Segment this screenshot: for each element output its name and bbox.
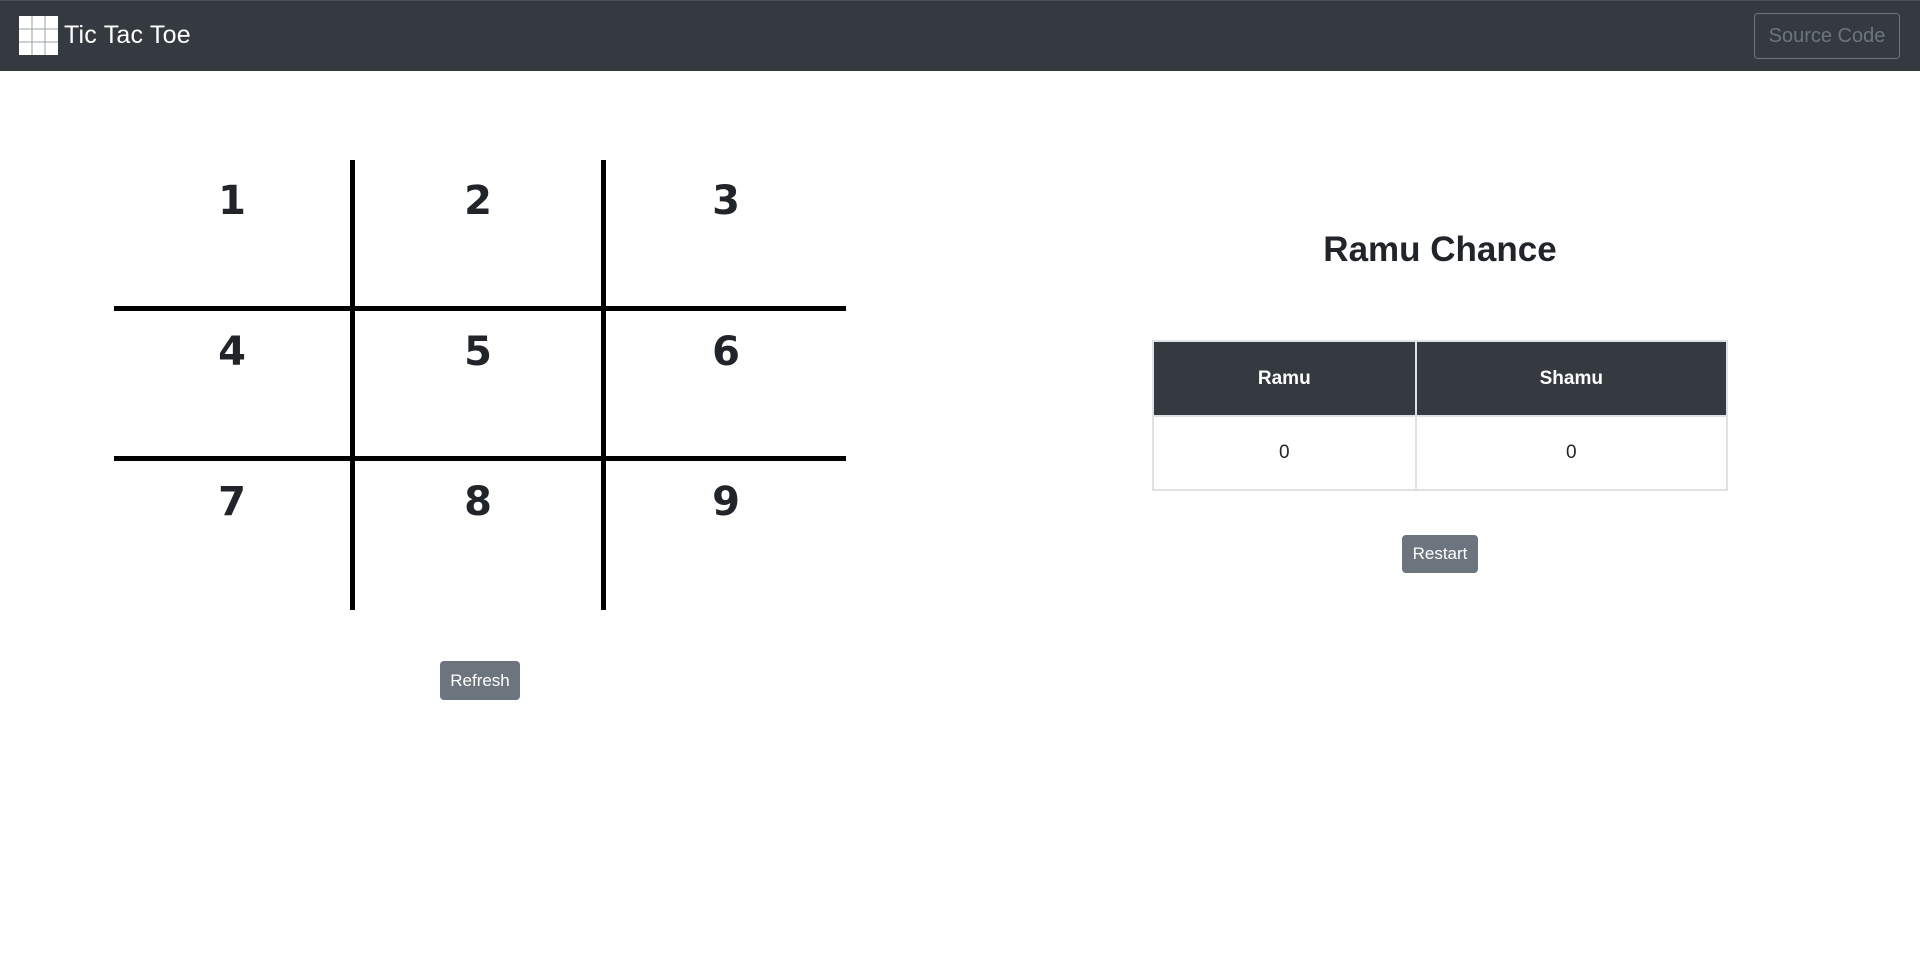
- brand-title: Tic Tac Toe: [64, 21, 191, 49]
- board-cell-8[interactable]: 8: [355, 461, 606, 610]
- board-cell-4[interactable]: 4: [114, 311, 355, 461]
- game-board: 1 2 3 4 5 6 7 8 9: [114, 160, 846, 610]
- cell-label: 1: [218, 178, 246, 224]
- score-table: Ramu Shamu 0 0: [1152, 340, 1729, 491]
- grid-icon: [19, 16, 58, 55]
- cell-label: 7: [218, 479, 246, 525]
- cell-label: 5: [464, 329, 492, 375]
- restart-button[interactable]: Restart: [1402, 535, 1478, 573]
- board-cell-5[interactable]: 5: [355, 311, 606, 461]
- player-2-header: Shamu: [1414, 340, 1729, 417]
- source-code-button[interactable]: Source Code: [1754, 13, 1900, 59]
- score-row: 0 0: [1152, 415, 1729, 491]
- cell-label: 9: [712, 479, 740, 525]
- cell-label: 3: [712, 178, 740, 224]
- board-cell-2[interactable]: 2: [355, 160, 606, 311]
- cell-label: 8: [464, 479, 492, 525]
- cell-label: 4: [218, 329, 246, 375]
- player-1-score: 0: [1152, 415, 1417, 491]
- board-cell-3[interactable]: 3: [606, 160, 846, 311]
- player-2-score: 0: [1414, 415, 1729, 491]
- cell-label: 6: [712, 329, 740, 375]
- board-cell-7[interactable]: 7: [114, 461, 355, 610]
- turn-indicator: Ramu Chance: [1323, 230, 1557, 269]
- brand-link[interactable]: Tic Tac Toe: [19, 16, 191, 55]
- score-table-header-row: Ramu Shamu: [1152, 340, 1729, 417]
- board-cell-6[interactable]: 6: [606, 311, 846, 461]
- refresh-button[interactable]: Refresh: [440, 661, 520, 700]
- cell-label: 2: [464, 178, 492, 224]
- board-cell-1[interactable]: 1: [114, 160, 355, 311]
- player-1-header: Ramu: [1152, 340, 1417, 417]
- navbar: Tic Tac Toe Source Code: [0, 0, 1920, 71]
- board-cell-9[interactable]: 9: [606, 461, 846, 610]
